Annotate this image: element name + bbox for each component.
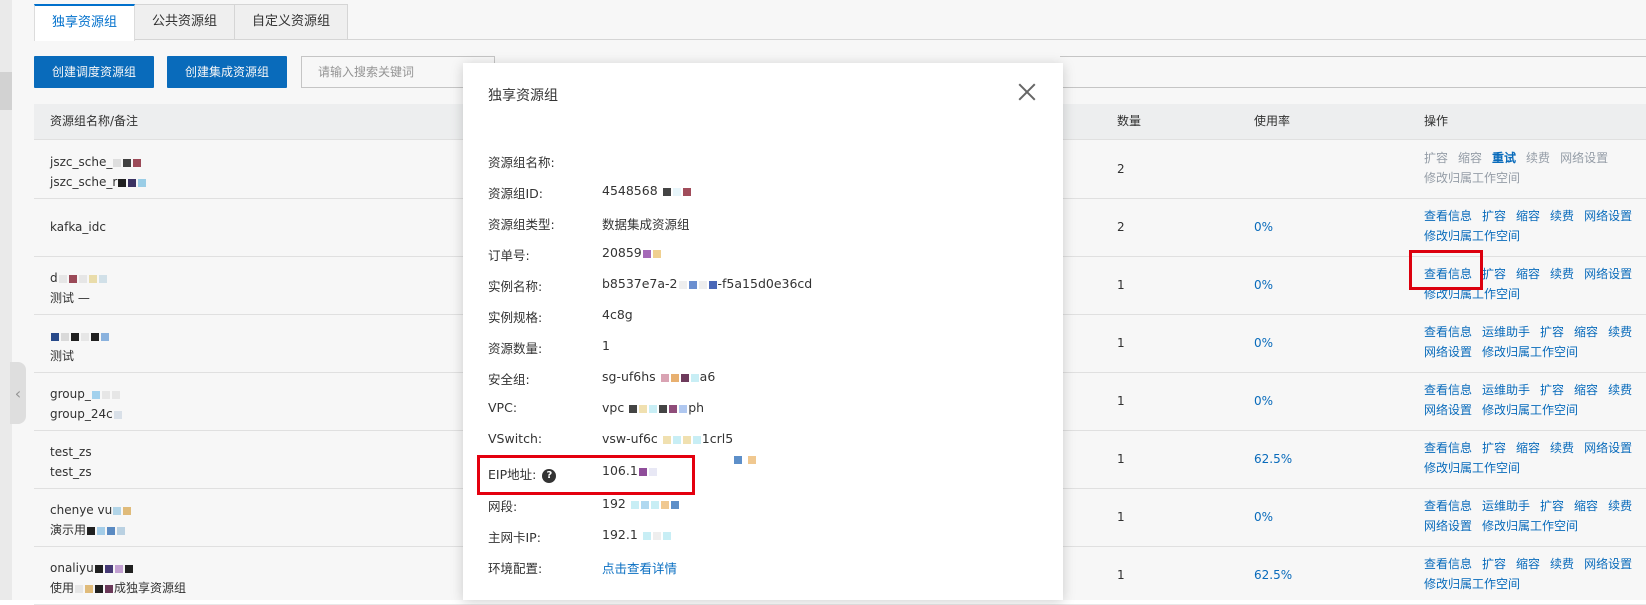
dialog-title: 独享资源组 [488,88,558,104]
field-label-vswitch: VSwitch: [488,431,543,446]
field-value-vswitch: vsw-uf6c 1crl5 [602,431,733,446]
field-value-resource-count: 1 [602,338,610,353]
field-value-vpc-prefix: vpc [602,400,625,415]
field-value-vswitch-suffix: 1crl5 [701,431,734,446]
field-value-spec: 4c8g [602,307,633,322]
field-value-type: 数据集成资源组 [602,217,690,232]
field-value-nic-ip: 192.1 [602,527,672,542]
field-value-order-text: 20859 [602,245,642,260]
field-label-name: 资源组名称: [488,155,555,170]
field-label-instance-name: 实例名称: [488,279,543,294]
field-label-vpc: VPC: [488,400,518,415]
field-label-nic-ip: 主网卡IP: [488,530,541,545]
field-value-subnet-text: 192 [602,496,626,511]
field-value-id: 4548568 [602,183,692,198]
field-value-instance-prefix: b8537e7a-2 [602,276,678,291]
highlight-box-eip [477,455,695,495]
field-value-vswitch-masked-row [733,452,757,466]
field-value-security-group: sg-uf6hs a6 [602,369,715,384]
field-label-spec: 实例规格: [488,310,543,325]
field-label-id: 资源组ID: [488,186,544,201]
view-details-link[interactable]: 点击查看详情 [602,558,677,577]
field-value-subnet: 192 [602,496,680,511]
field-value-vpc: vpc ph [602,400,704,415]
field-label-subnet: 网段: [488,499,518,514]
field-label-security-group: 安全组: [488,372,530,387]
close-icon[interactable] [1016,81,1038,103]
field-value-order: 20859 [602,245,662,260]
field-value-instance-suffix: -f5a15d0e36cd [717,276,813,291]
field-value-vpc-suffix: ph [688,400,705,415]
field-label-order: 订单号: [488,248,530,263]
field-value-nic-ip-text: 192.1 [602,527,638,542]
field-value-vswitch-prefix: vsw-uf6c [602,431,658,446]
field-label-env-config: 环境配置: [488,561,543,576]
field-value-instance-name: b8537e7a-2 -f5a15d0e36cd [602,276,812,291]
field-value-sg-suffix: a6 [699,369,716,384]
field-value-sg-prefix: sg-uf6hs [602,369,656,384]
field-label-type: 资源组类型: [488,217,555,232]
field-value-id-text: 4548568 [602,183,658,198]
tab-exclusive-resource-group[interactable]: 独享资源组 [34,4,136,41]
resource-group-detail-dialog: 独享资源组 资源组名称: 资源组ID: 4548568 资源组类型: 数据集成资… [463,63,1063,600]
field-label-resource-count: 资源数量: [488,341,543,356]
